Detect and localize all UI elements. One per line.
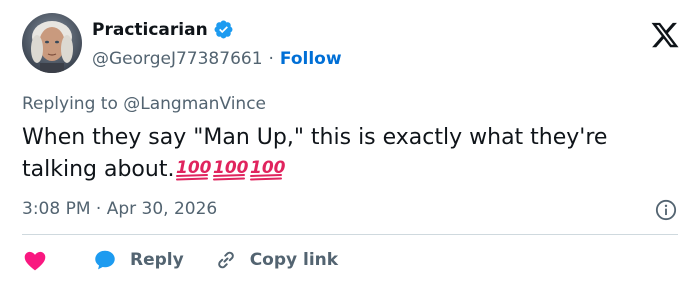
tweet-time: 3:08 PM [22,199,91,219]
author-name-row: Practicarian [92,19,234,40]
reply-bubble-icon [92,247,118,273]
author-name[interactable]: Practicarian [92,20,208,40]
tweet-body: When they say "Man Up," this is exactly … [22,125,608,182]
tweet-timestamp[interactable]: 3:08 PM · Apr 30, 2026 [22,199,217,219]
hundred-points-emoji: 100 [249,156,286,182]
reply-context: Replying to @LangmanVince [22,94,266,114]
reply-context-mention[interactable]: @LangmanVince [123,94,266,114]
separator-dot: · [268,49,274,69]
copy-link-button[interactable]: Copy link [214,248,338,272]
verified-badge-icon [213,19,234,40]
reply-context-prefix: Replying to [22,94,118,114]
reply-button[interactable]: Reply [92,247,184,273]
author-handle-row: @GeorgeJ77387661 · Follow [92,49,342,69]
info-icon[interactable] [655,199,677,221]
hundred-points-emoji: 100 [175,156,212,182]
reply-label: Reply [130,250,184,270]
follow-button[interactable]: Follow [280,49,342,69]
x-logo-icon[interactable] [650,20,680,50]
avatar[interactable] [22,13,82,73]
separator-dot: · [95,199,102,219]
heart-icon [22,247,48,273]
hundred-points-emoji: 100 [212,156,249,182]
tweet-date: Apr 30, 2026 [106,199,218,219]
link-icon [214,248,238,272]
emoji-group: 100 100 100 [174,156,286,182]
tweet-actions: Reply Copy link [22,247,338,273]
like-button[interactable] [22,247,48,273]
divider [22,234,678,235]
author-handle[interactable]: @GeorgeJ77387661 [92,49,263,69]
copy-link-label: Copy link [249,250,339,270]
tweet-text: When they say "Man Up," this is exactly … [22,122,662,186]
